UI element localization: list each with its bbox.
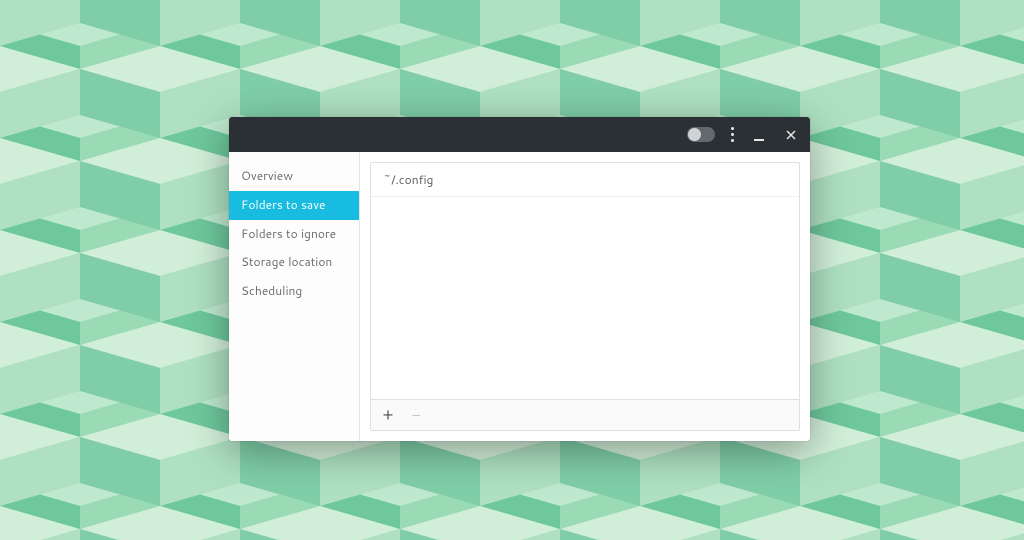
folder-row[interactable]: ~/.config [371,163,799,197]
hamburger-menu-button[interactable] [729,123,736,146]
add-folder-button[interactable]: + [379,406,397,424]
minimize-button[interactable] [750,126,768,144]
main-pane: ~/.config + − [360,152,810,441]
backup-settings-window: Overview Folders to save Folders to igno… [229,117,810,441]
sidebar-item-folders-to-save[interactable]: Folders to save [229,191,359,220]
sidebar-item-overview[interactable]: Overview [229,162,359,191]
sidebar-item-scheduling[interactable]: Scheduling [229,277,359,306]
remove-folder-button[interactable]: − [407,406,425,424]
window-titlebar [229,117,810,152]
list-toolbar: + − [370,399,800,431]
sidebar-item-storage-location[interactable]: Storage location [229,248,359,277]
auto-backup-toggle[interactable] [687,127,715,142]
folders-list[interactable]: ~/.config [370,162,800,399]
settings-sidebar: Overview Folders to save Folders to igno… [229,152,360,441]
sidebar-item-folders-to-ignore[interactable]: Folders to ignore [229,220,359,249]
toggle-knob [688,128,701,141]
close-button[interactable] [782,126,800,144]
